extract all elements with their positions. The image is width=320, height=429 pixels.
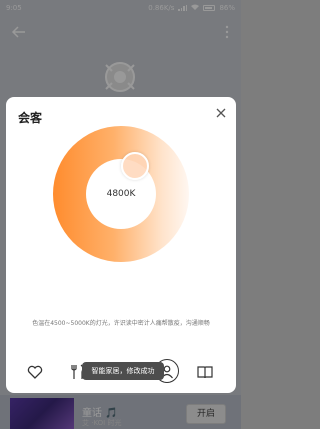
toast-message: 智能家居，修改成功 (82, 362, 164, 380)
dialog-title: 会客 (18, 111, 43, 125)
close-icon[interactable] (214, 106, 228, 120)
book-icon[interactable] (196, 363, 214, 381)
scene-dialog: 会客 4800K 色温在4500~5000K的灯光，许识读中密计人痛帮散疫，沟通… (6, 97, 236, 393)
scene-description: 色温在4500~5000K的灯光，许识读中密计人痛帮散疫，沟通顺畅 (32, 320, 210, 327)
color-temperature-handle[interactable] (121, 152, 149, 180)
heart-icon[interactable] (26, 363, 44, 381)
